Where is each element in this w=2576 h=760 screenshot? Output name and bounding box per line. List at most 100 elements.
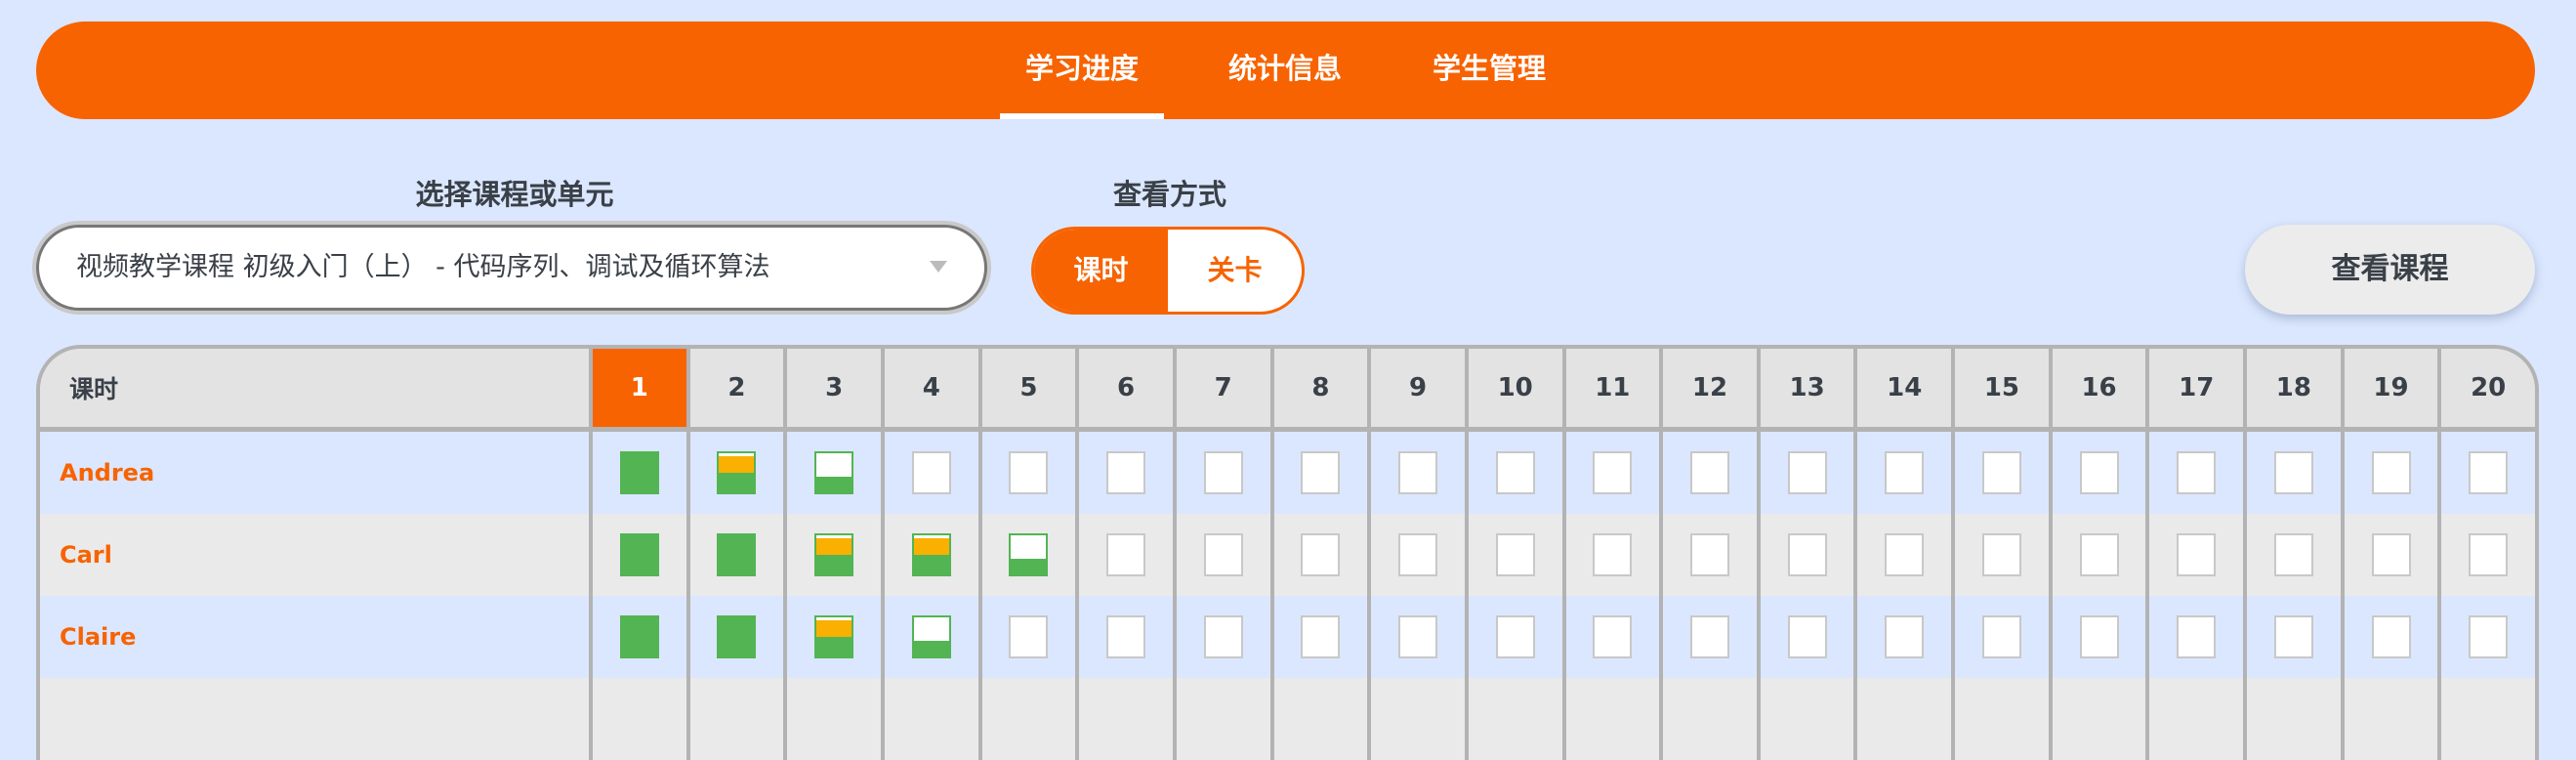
view-mode-lesson[interactable]: 课时 (1034, 230, 1168, 312)
column-header-6[interactable]: 6 (1075, 349, 1173, 427)
progress-cell (1075, 596, 1173, 678)
progress-box-not-started[interactable] (1787, 451, 1827, 494)
progress-box-completed[interactable] (619, 615, 659, 658)
progress-box-attempted[interactable] (911, 615, 951, 658)
progress-box-not-started[interactable] (2177, 533, 2217, 576)
progress-box-not-started[interactable] (1689, 615, 1729, 658)
progress-box-not-started[interactable] (2177, 451, 2217, 494)
progress-box-completed[interactable] (717, 615, 757, 658)
progress-box-not-started[interactable] (1495, 615, 1535, 658)
progress-cell (977, 596, 1076, 678)
progress-box-not-started[interactable] (2371, 615, 2411, 658)
progress-box-not-started[interactable] (2079, 533, 2119, 576)
progress-box-not-started[interactable] (1398, 451, 1438, 494)
progress-cell (783, 514, 881, 596)
column-header-2[interactable]: 2 (686, 349, 784, 427)
progress-box-not-started[interactable] (1301, 533, 1341, 576)
table-row: Claire (40, 596, 2535, 678)
progress-box-not-started[interactable] (2079, 451, 2119, 494)
column-header-12[interactable]: 12 (1659, 349, 1757, 427)
progress-box-not-started[interactable] (1495, 451, 1535, 494)
progress-box-not-started[interactable] (2273, 533, 2313, 576)
progress-cell (1075, 432, 1173, 514)
progress-box-not-started[interactable] (2371, 533, 2411, 576)
progress-box-not-started[interactable] (1398, 533, 1438, 576)
column-header-17[interactable]: 17 (2145, 349, 2243, 427)
progress-cell (1269, 596, 1368, 678)
progress-box-not-started[interactable] (1593, 533, 1633, 576)
progress-box-not-started[interactable] (2273, 451, 2313, 494)
column-header-5[interactable]: 5 (977, 349, 1076, 427)
progress-box-not-started[interactable] (911, 451, 951, 494)
column-header-18[interactable]: 18 (2243, 349, 2341, 427)
progress-box-not-started[interactable] (1398, 615, 1438, 658)
tab-student-management[interactable]: 学生管理 (1401, 21, 1577, 119)
progress-box-not-started[interactable] (1787, 615, 1827, 658)
progress-box-not-started[interactable] (2177, 615, 2217, 658)
view-course-button[interactable]: 查看课程 (2245, 225, 2535, 315)
progress-box-not-started[interactable] (2469, 451, 2509, 494)
progress-box-not-started[interactable] (1009, 615, 1049, 658)
column-header-14[interactable]: 14 (1853, 349, 1951, 427)
progress-box-completed[interactable] (619, 533, 659, 576)
progress-box-not-started[interactable] (1301, 615, 1341, 658)
progress-box-not-started[interactable] (1593, 451, 1633, 494)
progress-box-not-started[interactable] (1885, 533, 1925, 576)
progress-box-not-started[interactable] (1495, 533, 1535, 576)
progress-box-not-started[interactable] (2273, 615, 2313, 658)
progress-box-in-progress[interactable] (911, 533, 951, 576)
column-header-13[interactable]: 13 (1756, 349, 1854, 427)
column-header-1[interactable]: 1 (589, 349, 686, 427)
progress-box-not-started[interactable] (1981, 615, 2021, 658)
tab-statistics[interactable]: 统计信息 (1197, 21, 1373, 119)
course-select-dropdown[interactable]: 视频教学课程 初级入门（上） - 代码序列、调试及循环算法 (36, 225, 987, 311)
progress-box-not-started[interactable] (1009, 451, 1049, 494)
progress-cell (783, 432, 881, 514)
column-header-8[interactable]: 8 (1269, 349, 1368, 427)
student-cell: Claire (40, 596, 589, 678)
progress-box-not-started[interactable] (1787, 533, 1827, 576)
progress-box-not-started[interactable] (1689, 451, 1729, 494)
column-header-20[interactable]: 20 (2437, 349, 2535, 427)
progress-box-completed[interactable] (619, 451, 659, 494)
progress-box-in-progress[interactable] (717, 451, 757, 494)
progress-box-attempted[interactable] (1009, 533, 1049, 576)
progress-cell (2145, 432, 2243, 514)
progress-box-not-started[interactable] (1689, 533, 1729, 576)
view-mode-level[interactable]: 关卡 (1168, 230, 1302, 312)
progress-box-not-started[interactable] (2079, 615, 2119, 658)
progress-box-not-started[interactable] (1593, 615, 1633, 658)
progress-box-in-progress[interactable] (814, 533, 854, 576)
progress-box-not-started[interactable] (1203, 451, 1243, 494)
progress-cell (1075, 514, 1173, 596)
progress-box-not-started[interactable] (1981, 451, 2021, 494)
progress-box-in-progress[interactable] (814, 615, 854, 658)
progress-box-not-started[interactable] (1981, 533, 2021, 576)
column-header-19[interactable]: 19 (2340, 349, 2438, 427)
column-header-4[interactable]: 4 (880, 349, 978, 427)
progress-box-not-started[interactable] (1106, 533, 1146, 576)
progress-box-not-started[interactable] (1106, 451, 1146, 494)
column-header-10[interactable]: 10 (1464, 349, 1562, 427)
progress-box-not-started[interactable] (1301, 451, 1341, 494)
student-name[interactable]: Carl (60, 541, 112, 569)
progress-box-not-started[interactable] (2371, 451, 2411, 494)
progress-box-not-started[interactable] (1203, 615, 1243, 658)
column-header-11[interactable]: 11 (1561, 349, 1660, 427)
progress-box-attempted[interactable] (814, 451, 854, 494)
student-name[interactable]: Andrea (60, 459, 154, 486)
column-header-7[interactable]: 7 (1172, 349, 1270, 427)
column-header-3[interactable]: 3 (783, 349, 881, 427)
progress-box-not-started[interactable] (2469, 615, 2509, 658)
progress-box-completed[interactable] (717, 533, 757, 576)
progress-box-not-started[interactable] (1106, 615, 1146, 658)
column-header-9[interactable]: 9 (1367, 349, 1465, 427)
progress-box-not-started[interactable] (2469, 533, 2509, 576)
tab-learning-progress[interactable]: 学习进度 (994, 21, 1170, 119)
progress-box-not-started[interactable] (1203, 533, 1243, 576)
progress-box-not-started[interactable] (1885, 451, 1925, 494)
progress-box-not-started[interactable] (1885, 615, 1925, 658)
column-header-15[interactable]: 15 (1951, 349, 2049, 427)
column-header-16[interactable]: 16 (2048, 349, 2146, 427)
student-name[interactable]: Claire (60, 623, 136, 651)
